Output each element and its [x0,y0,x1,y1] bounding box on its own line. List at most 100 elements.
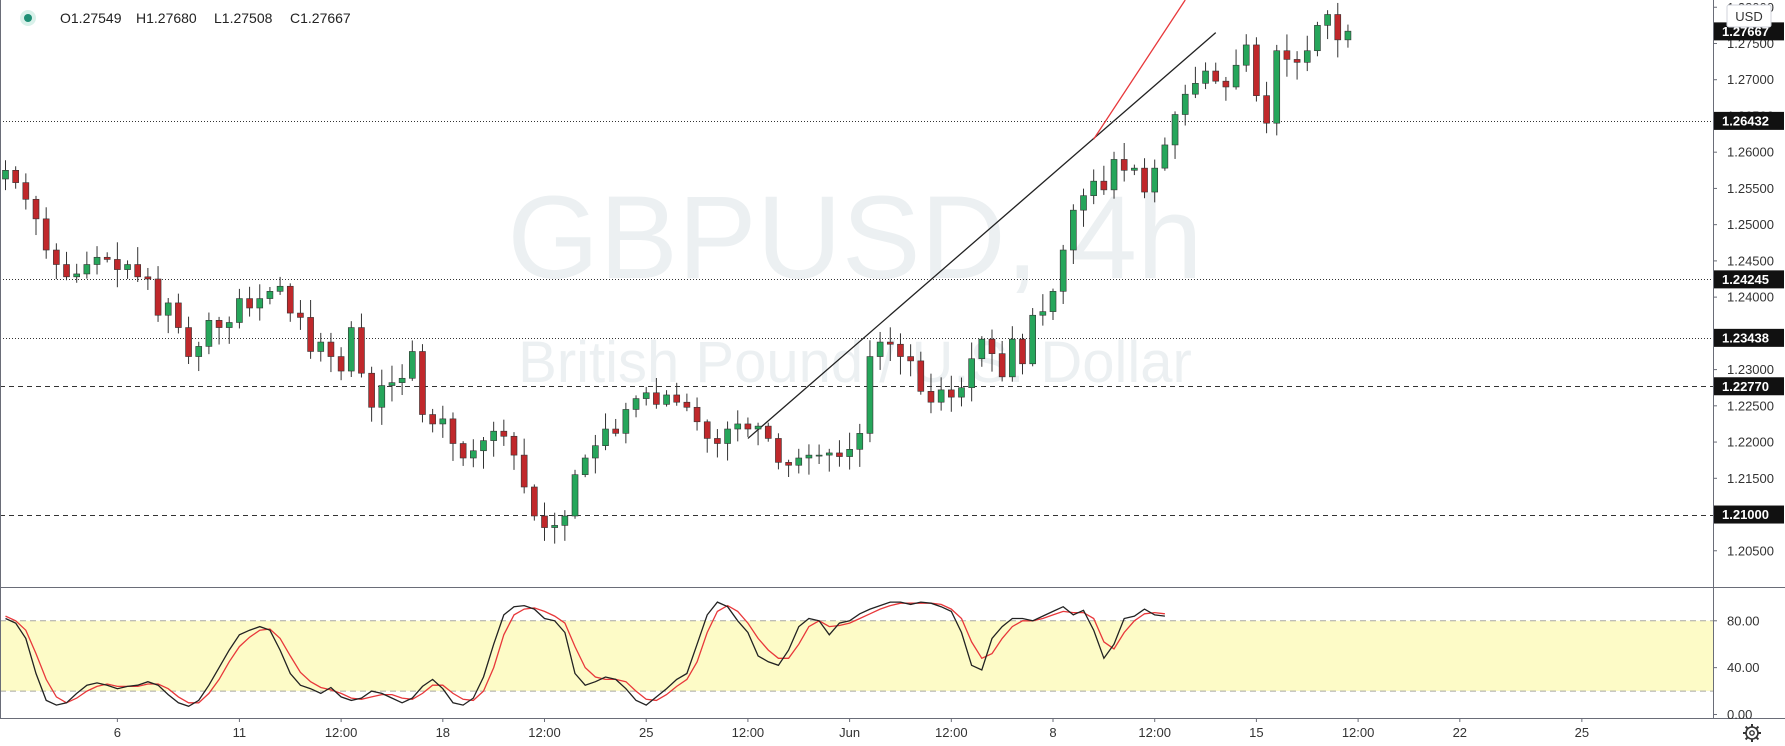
candle-body-down [53,249,60,265]
price-tick-label: 1.20500 [1727,543,1774,558]
candle-body-up [439,418,447,425]
price-tick-label: 1.26000 [1727,145,1774,160]
time-tick-label: 25 [639,725,653,740]
candle-body-down [927,391,935,403]
candle [1029,308,1036,367]
candle-body-up [1161,144,1169,169]
candle-body-up [1110,159,1118,191]
candle-body-down [144,276,152,280]
candle-body-down [673,394,681,403]
candle-body-down [541,515,548,528]
price-tick-label: 1.24500 [1727,253,1774,268]
candle-body-down [419,351,426,415]
candle-body-up [968,358,975,389]
price-tick-label: 1.25500 [1727,181,1774,196]
price-level-tag[interactable]: 1.21000 [1714,505,1784,524]
time-tick-label: 12:00 [1138,725,1171,740]
candle-body-up [1171,114,1179,146]
candle-body-up [1242,44,1250,66]
candle-body-down [327,341,335,357]
candle-body-up [866,356,874,434]
candle-body-down [886,341,894,345]
currency-badge[interactable]: USD [1726,4,1772,28]
candle-body-down [103,256,111,260]
candle-body-down [520,454,528,488]
price-level-tag[interactable]: 1.26432 [1714,111,1784,130]
candle-body-down [449,418,457,444]
time-tick-label: 22 [1453,725,1467,740]
candle-body-down [897,343,904,357]
candle-body-up [1303,50,1311,63]
candle-body-down [653,392,660,405]
candle-body-down [1283,50,1291,60]
time-tick-label: 12:00 [1342,725,1375,740]
ohlc-legend: O1.27549 H1.27680 L1.27508 C1.27667 [20,10,351,26]
candle [531,484,538,521]
candle [1253,37,1260,102]
candle-body-up [937,389,945,403]
candle-body-up [205,320,213,347]
price-level-tag-label: 1.26432 [1722,113,1769,128]
candle-body-down [358,327,365,374]
candle-body-up [1344,30,1352,41]
candle-body-up [1202,70,1209,84]
candle-body-up [592,445,599,459]
ohlc-close: C1.27667 [290,10,351,26]
ohlc-low: L1.27508 [214,10,273,26]
candle-body-down [836,452,843,457]
candle-body-down [429,414,436,425]
candle-body-up [551,525,558,528]
price-tick-label: 1.23000 [1727,362,1774,377]
candle-body-up [1324,14,1331,26]
candle-body-down [1212,70,1220,82]
time-tick-label: 15 [1249,725,1263,740]
candle-body-down [785,462,792,466]
candle-body-down [42,218,50,251]
candle-body-down [32,198,40,220]
candle-body-up [825,452,833,456]
candle-body-up [164,302,172,316]
ohlc-high: H1.27680 [136,10,197,26]
price-chart[interactable]: GBPUSD, 4h British Pound / U.S. Dollar 1… [0,0,1785,746]
status-dot-inner-icon [24,14,32,22]
candle-body-up [958,387,965,398]
price-tick-label: 1.22000 [1727,435,1774,450]
candle-body-down [683,401,691,408]
candle-body-up [856,433,864,450]
price-tick-label: 1.22500 [1727,398,1774,413]
candle-body-down [307,317,314,352]
candle-body-up [795,457,803,466]
candle-body-up [276,285,284,292]
candle-body-down [1334,14,1342,41]
price-level-tag[interactable]: 1.23438 [1714,328,1784,347]
candle-body-up [256,298,264,309]
stochastic-tick-label: 0.00 [1727,707,1752,722]
candle-body-down [459,443,467,459]
candle [347,321,355,377]
candle-body-up [1059,249,1067,292]
candle-body-up [1090,180,1097,196]
candle [571,469,579,519]
price-level-tag[interactable]: 1.22770 [1714,377,1784,396]
candle-body-up [2,170,9,180]
candle-body-up [236,298,243,323]
price-level-tag-label: 1.22770 [1722,379,1769,394]
watermark-description: British Pound / U.S. Dollar [518,330,1192,395]
candle-body-down [1263,95,1270,124]
candle-body-up [317,341,325,352]
price-tick-label: 1.21500 [1727,471,1774,486]
candle-body-up [805,454,813,459]
time-tick-label: 11 [233,725,247,740]
candle-body-down [510,435,518,456]
watermark-symbol: GBPUSD, 4h [507,172,1202,304]
candle-body-down [917,360,925,392]
stochastic-tick-label: 40.00 [1727,660,1760,675]
time-tick-label: 12:00 [935,725,968,740]
time-tick-label: 12:00 [325,725,358,740]
candle-body-down [297,312,304,318]
price-tick-label: 1.24000 [1727,290,1774,305]
candle-body-down [775,438,782,463]
candle-body-up [1039,311,1047,316]
candle-body-up [734,423,742,430]
price-level-tag[interactable]: 1.24245 [1714,270,1784,289]
